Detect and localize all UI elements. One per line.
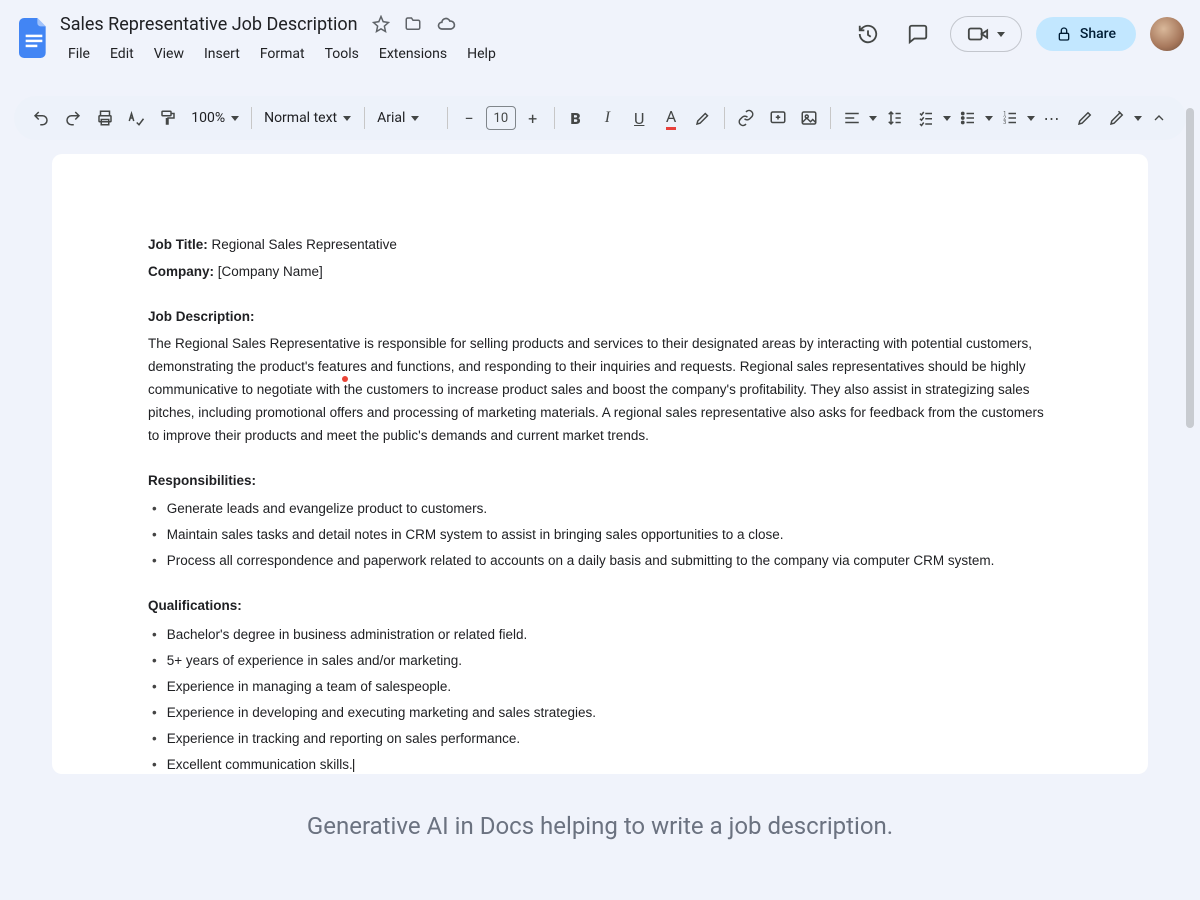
zoom-select[interactable]: 100% — [185, 110, 245, 126]
comment-icon[interactable] — [900, 16, 936, 52]
toolbar: 100% Normal text Arial − 10 + B I U A 12… — [14, 96, 1186, 140]
job-title-label: Job Title: — [148, 237, 208, 252]
decrease-font-button[interactable]: − — [454, 103, 484, 133]
more-button[interactable]: ⋯ — [1037, 103, 1067, 133]
menu-format[interactable]: Format — [252, 42, 313, 66]
checklist-button[interactable] — [911, 103, 941, 133]
paint-format-button[interactable] — [153, 103, 183, 133]
scrollbar[interactable] — [1186, 108, 1196, 728]
bulleted-list-button[interactable] — [953, 103, 983, 133]
qualifications-heading: Qualifications: — [148, 595, 1052, 618]
chevron-down-icon — [997, 32, 1005, 37]
undo-button[interactable] — [26, 103, 56, 133]
menu-tools[interactable]: Tools — [317, 42, 367, 66]
menu-edit[interactable]: Edit — [102, 42, 142, 66]
document-page[interactable]: Job Title: Regional Sales Representative… — [52, 154, 1148, 774]
company-value: [Company Name] — [214, 264, 323, 279]
highlight-button[interactable] — [688, 103, 718, 133]
text-color-button[interactable]: A — [656, 103, 686, 133]
list-item: Process all correspondence and paperwork… — [148, 550, 1052, 573]
chevron-down-icon[interactable] — [1134, 116, 1142, 121]
spellcheck-button[interactable] — [122, 103, 152, 133]
chevron-down-icon — [231, 116, 239, 121]
qualifications-list: Bachelor's degree in business administra… — [148, 624, 1052, 774]
menu-extensions[interactable]: Extensions — [371, 42, 455, 66]
menu-file[interactable]: File — [60, 42, 98, 66]
history-icon[interactable] — [850, 16, 886, 52]
meet-button[interactable] — [950, 16, 1022, 52]
menu-bar: File Edit View Insert Format Tools Exten… — [60, 42, 504, 66]
menu-help[interactable]: Help — [459, 42, 504, 66]
list-item: Bachelor's degree in business administra… — [148, 624, 1052, 647]
insert-image-button[interactable] — [795, 103, 825, 133]
star-icon[interactable] — [372, 15, 390, 33]
jd-body: The Regional Sales Representative is res… — [148, 333, 1052, 448]
numbered-list-button[interactable]: 123 — [995, 103, 1025, 133]
list-item: Experience in developing and executing m… — [148, 702, 1052, 725]
responsibilities-heading: Responsibilities: — [148, 470, 1052, 493]
caption: Generative AI in Docs helping to write a… — [0, 812, 1200, 840]
line-spacing-button[interactable] — [879, 103, 909, 133]
list-item: 5+ years of experience in sales and/or m… — [148, 650, 1052, 673]
chevron-down-icon[interactable] — [985, 116, 993, 121]
scroll-thumb[interactable] — [1186, 108, 1194, 428]
responsibilities-list: Generate leads and evangelize product to… — [148, 498, 1052, 573]
camera-icon — [967, 23, 989, 45]
svg-text:3: 3 — [1003, 120, 1006, 126]
collapse-toolbar-button[interactable] — [1144, 103, 1174, 133]
italic-button[interactable]: I — [592, 103, 622, 133]
share-button[interactable]: Share — [1036, 17, 1136, 51]
print-button[interactable] — [90, 103, 120, 133]
menu-view[interactable]: View — [146, 42, 192, 66]
align-button[interactable] — [837, 103, 867, 133]
docs-logo[interactable] — [16, 14, 52, 62]
company-label: Company: — [148, 264, 214, 279]
jd-heading: Job Description: — [148, 306, 1052, 329]
job-title-value: Regional Sales Representative — [208, 237, 397, 252]
list-item: Maintain sales tasks and detail notes in… — [148, 524, 1052, 547]
redo-button[interactable] — [58, 103, 88, 133]
lock-icon — [1056, 26, 1072, 42]
menu-insert[interactable]: Insert — [196, 42, 248, 66]
add-comment-button[interactable] — [763, 103, 793, 133]
chevron-down-icon[interactable] — [869, 116, 877, 121]
underline-button[interactable]: U — [624, 103, 654, 133]
list-item: Experience in tracking and reporting on … — [148, 728, 1052, 751]
doc-title[interactable]: Sales Representative Job Description — [60, 14, 358, 35]
cursor-indicator-icon — [342, 376, 348, 382]
chevron-down-icon — [411, 116, 419, 121]
font-size-input[interactable]: 10 — [486, 106, 516, 130]
chevron-down-icon — [343, 116, 351, 121]
bold-button[interactable]: B — [561, 103, 591, 133]
dictate-button[interactable] — [1102, 103, 1132, 133]
share-label: Share — [1080, 26, 1116, 42]
list-item: Experience in managing a team of salespe… — [148, 676, 1052, 699]
style-select[interactable]: Normal text — [258, 110, 358, 126]
move-icon[interactable] — [404, 15, 422, 33]
list-item: Excellent communication skills. — [148, 754, 1052, 774]
list-item: Generate leads and evangelize product to… — [148, 498, 1052, 521]
increase-font-button[interactable]: + — [518, 103, 548, 133]
font-select[interactable]: Arial — [371, 110, 441, 126]
chevron-down-icon[interactable] — [1027, 116, 1035, 121]
editing-mode-button[interactable] — [1070, 103, 1100, 133]
insert-link-button[interactable] — [731, 103, 761, 133]
avatar[interactable] — [1150, 17, 1184, 51]
chevron-down-icon[interactable] — [943, 116, 951, 121]
cloud-status-icon[interactable] — [436, 14, 456, 34]
